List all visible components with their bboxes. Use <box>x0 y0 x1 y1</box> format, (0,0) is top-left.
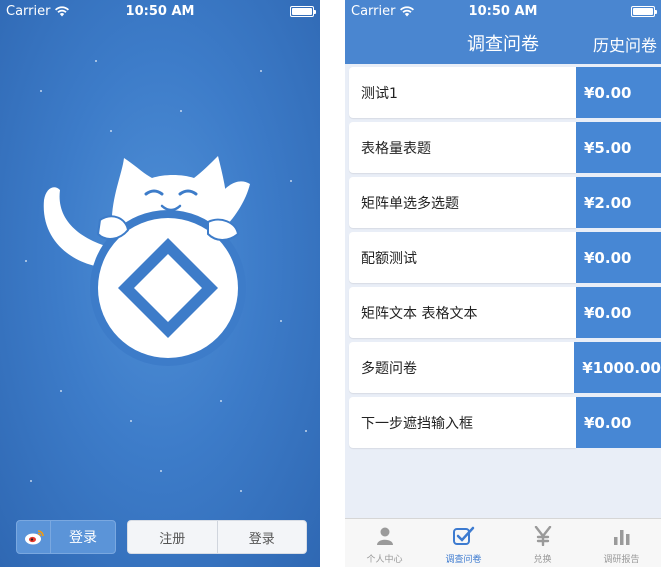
carrier-label: Carrier <box>6 3 51 19</box>
survey-list: 测试1 ¥0.00 表格量表题 ¥5.00 矩阵单选多选题 ¥2.00 配额测试 ¥0.00 矩… <box>349 67 661 452</box>
survey-title: 多题问卷 <box>349 342 575 393</box>
weibo-login-label: 登录 <box>69 530 97 546</box>
cat-mascot-icon <box>43 156 250 366</box>
login-screen: Carrier 10:50 AM 登录 注册 登录 <box>0 0 320 567</box>
survey-reward: ¥0.00 <box>576 287 661 338</box>
survey-reward: ¥0.00 <box>576 397 661 448</box>
survey-reward: ¥0.00 <box>576 232 661 283</box>
survey-title: 矩阵单选多选题 <box>349 177 576 228</box>
bar-chart-icon <box>613 524 631 548</box>
survey-row[interactable]: 矩阵单选多选题 ¥2.00 <box>349 177 661 228</box>
wifi-icon <box>55 5 70 16</box>
survey-title: 下一步遮挡输入框 <box>349 397 576 448</box>
survey-row[interactable]: 配额测试 ¥0.00 <box>349 232 661 283</box>
survey-row[interactable]: 矩阵文本 表格文本 ¥0.00 <box>349 287 661 338</box>
survey-row[interactable]: 下一步遮挡输入框 ¥0.00 <box>349 397 661 448</box>
person-icon <box>376 524 394 548</box>
nav-bar: Carrier 10:50 AM 调查问卷 历史问卷 <box>345 0 661 64</box>
register-button[interactable]: 注册 <box>128 521 217 553</box>
survey-reward: ¥1000.00 <box>574 342 661 393</box>
survey-row[interactable]: 表格量表题 ¥5.00 <box>349 122 661 173</box>
tab-2[interactable]: 兑换 <box>503 519 582 567</box>
survey-row[interactable]: 多题问卷 ¥1000.00 <box>349 342 661 393</box>
history-surveys-button[interactable]: 历史问卷 <box>593 32 657 56</box>
survey-reward: ¥0.00 <box>576 67 661 118</box>
tab-label: 调查问卷 <box>445 555 482 565</box>
tab-bar: 个人中心 调查问卷 兑换 调研报告 <box>345 518 661 567</box>
survey-title: 配额测试 <box>349 232 576 283</box>
tab-3[interactable]: 调研报告 <box>582 519 661 567</box>
survey-reward: ¥5.00 <box>576 122 661 173</box>
status-bar: Carrier 10:50 AM <box>0 0 320 22</box>
battery-icon <box>290 6 316 17</box>
weibo-icon <box>24 530 44 545</box>
carrier-label: Carrier <box>351 3 396 19</box>
yen-icon <box>534 524 552 548</box>
battery-icon <box>631 6 657 17</box>
status-bar: Carrier 10:50 AM <box>345 0 661 22</box>
tab-label: 调研报告 <box>603 555 640 565</box>
survey-title: 表格量表题 <box>349 122 576 173</box>
login-button[interactable]: 登录 <box>216 521 307 553</box>
survey-title: 测试1 <box>349 67 576 118</box>
wifi-icon <box>400 5 415 16</box>
survey-title: 矩阵文本 表格文本 <box>349 287 576 338</box>
tab-label: 个人中心 <box>366 555 403 565</box>
auth-button-group: 注册 登录 <box>127 520 307 554</box>
tab-label: 兑换 <box>533 555 552 565</box>
survey-row[interactable]: 测试1 ¥0.00 <box>349 67 661 118</box>
weibo-login-button[interactable]: 登录 <box>16 520 116 554</box>
survey-reward: ¥2.00 <box>576 177 661 228</box>
survey-list-screen: Carrier 10:50 AM 调查问卷 历史问卷 测试1 ¥0.00 表格量表题… <box>345 0 661 567</box>
checkbox-icon <box>452 524 475 548</box>
tab-0[interactable]: 个人中心 <box>345 519 424 567</box>
tab-1[interactable]: 调查问卷 <box>424 519 503 567</box>
